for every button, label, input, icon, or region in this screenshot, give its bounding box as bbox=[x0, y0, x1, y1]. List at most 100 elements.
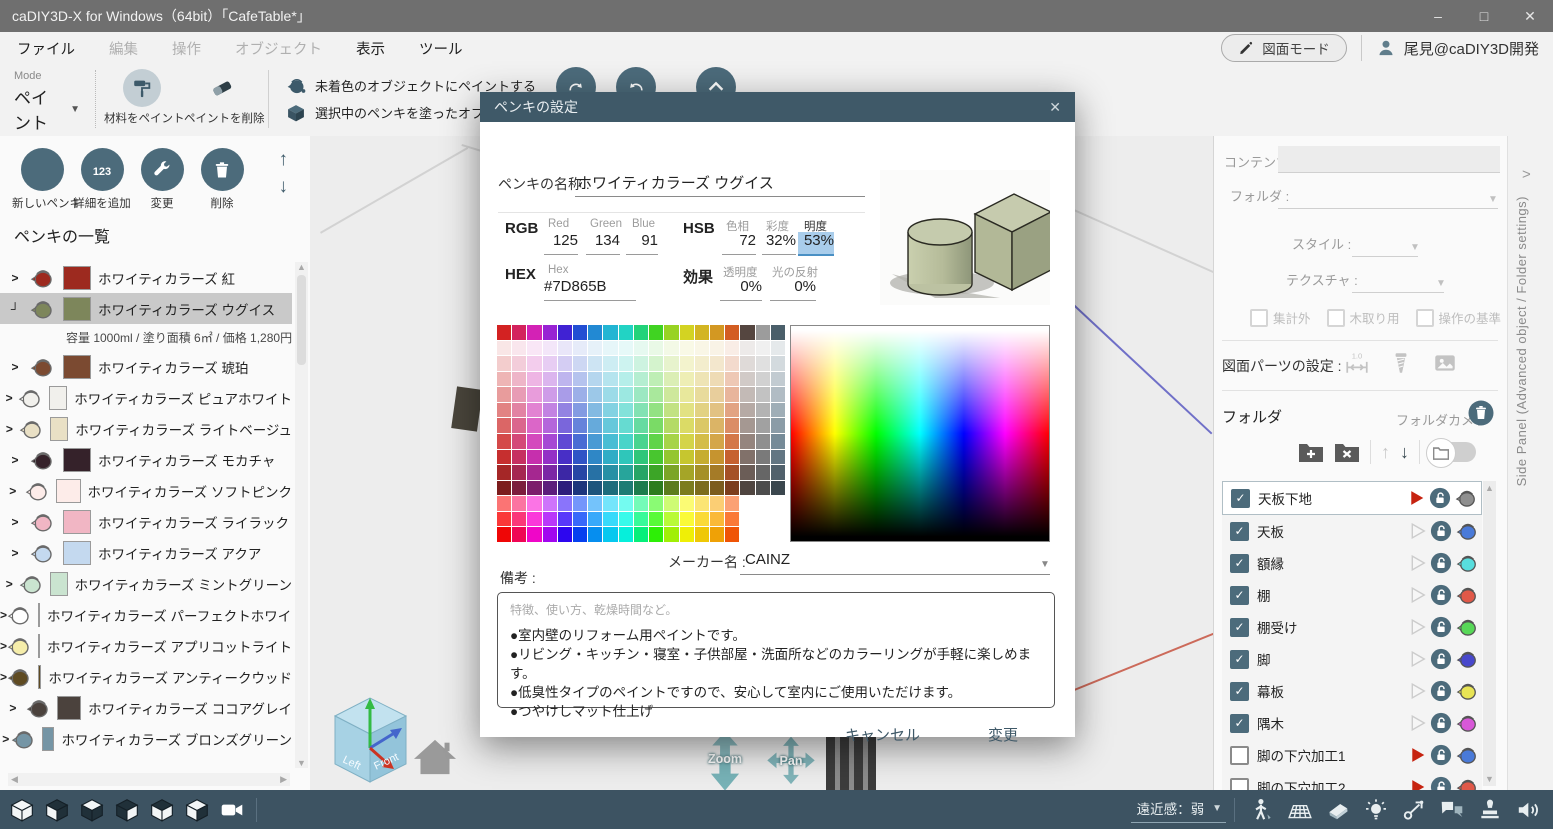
palette-cell[interactable] bbox=[680, 496, 694, 511]
palette-cell[interactable] bbox=[527, 496, 541, 511]
palette-cell[interactable] bbox=[527, 527, 541, 542]
flag-icon[interactable] bbox=[1410, 683, 1426, 699]
palette-cell[interactable] bbox=[710, 512, 724, 527]
palette-cell[interactable] bbox=[527, 450, 541, 465]
horizontal-scrollbar[interactable]: ◀▶ bbox=[8, 773, 290, 786]
lock-icon[interactable] bbox=[1429, 487, 1451, 509]
apply-button[interactable]: 変更 bbox=[978, 720, 1028, 749]
maximize-button[interactable]: □ bbox=[1461, 0, 1507, 32]
palette-cell[interactable] bbox=[710, 387, 724, 402]
palette-cell[interactable] bbox=[588, 481, 602, 496]
palette-cell[interactable] bbox=[771, 527, 785, 542]
paint-bucket-icon[interactable] bbox=[1456, 712, 1478, 734]
palette-cell[interactable] bbox=[497, 512, 511, 527]
palette-cell[interactable] bbox=[740, 372, 754, 387]
lock-icon[interactable] bbox=[1430, 680, 1452, 702]
palette-cell[interactable] bbox=[603, 434, 617, 449]
palette-cell[interactable] bbox=[634, 403, 648, 418]
expand-icon[interactable]: > bbox=[0, 515, 30, 529]
palette-cell[interactable] bbox=[725, 418, 739, 433]
expand-icon[interactable]: > bbox=[0, 484, 25, 498]
palette-cell[interactable] bbox=[680, 418, 694, 433]
palette-cell[interactable] bbox=[573, 527, 587, 542]
palette-cell[interactable] bbox=[649, 325, 663, 340]
paint-list-item[interactable]: > ホワイティカラーズ ピュアホワイト bbox=[0, 382, 292, 413]
lock-icon[interactable] bbox=[1430, 552, 1452, 574]
maker-select[interactable]: CAINZ bbox=[745, 551, 790, 568]
palette-cell[interactable] bbox=[603, 372, 617, 387]
palette-cell[interactable] bbox=[649, 527, 663, 542]
brightness-input[interactable]: 53% bbox=[798, 232, 834, 256]
palette-cell[interactable] bbox=[512, 481, 526, 496]
palette-cell[interactable] bbox=[740, 387, 754, 402]
paint-bucket-icon[interactable] bbox=[1456, 520, 1478, 542]
palette-cell[interactable] bbox=[512, 465, 526, 480]
palette-cell[interactable] bbox=[497, 403, 511, 418]
paint-list-item[interactable]: > ホワイティカラーズ ココアグレイ bbox=[0, 692, 292, 723]
palette-cell[interactable] bbox=[497, 387, 511, 402]
paint-list-item[interactable]: > ホワイティカラーズ アプリコットライト bbox=[0, 630, 292, 661]
lock-icon[interactable] bbox=[1430, 712, 1452, 734]
palette-cell[interactable] bbox=[558, 403, 572, 418]
palette-cell[interactable] bbox=[725, 496, 739, 511]
lock-icon[interactable] bbox=[1430, 616, 1452, 638]
palette-cell[interactable] bbox=[664, 325, 678, 340]
palette-cell[interactable] bbox=[512, 372, 526, 387]
palette-cell[interactable] bbox=[695, 481, 709, 496]
palette-cell[interactable] bbox=[664, 403, 678, 418]
palette-cell[interactable] bbox=[756, 325, 770, 340]
folder-visibility-toggle[interactable] bbox=[1430, 442, 1476, 462]
palette-cell[interactable] bbox=[588, 434, 602, 449]
palette-cell[interactable] bbox=[634, 372, 648, 387]
palette-cell[interactable] bbox=[680, 387, 694, 402]
palette-cell[interactable] bbox=[710, 434, 724, 449]
palette-cell[interactable] bbox=[756, 418, 770, 433]
palette-cell[interactable] bbox=[527, 356, 541, 371]
palette-cell[interactable] bbox=[649, 356, 663, 371]
palette-cell[interactable] bbox=[725, 481, 739, 496]
screw-icon[interactable] bbox=[1388, 350, 1414, 376]
palette-cell[interactable] bbox=[634, 481, 648, 496]
palette-cell[interactable] bbox=[619, 356, 633, 371]
palette-cell[interactable] bbox=[710, 341, 724, 356]
palette-cell[interactable] bbox=[725, 387, 739, 402]
blue-input[interactable]: 91 bbox=[626, 232, 658, 255]
menu-0[interactable]: ファイル bbox=[0, 38, 92, 59]
folder-checkbox[interactable]: ✓ bbox=[1230, 522, 1249, 541]
paint-bucket-icon[interactable] bbox=[1456, 584, 1478, 606]
palette-cell[interactable] bbox=[619, 372, 633, 387]
color-gradient-picker[interactable] bbox=[790, 325, 1050, 542]
image-icon[interactable] bbox=[1432, 350, 1458, 376]
palette-cell[interactable] bbox=[527, 481, 541, 496]
palette-cell[interactable] bbox=[756, 527, 770, 542]
mode-select[interactable]: Mode ペイント ▼ bbox=[14, 70, 80, 138]
saturation-input[interactable]: 32% bbox=[762, 232, 796, 255]
palette-cell[interactable] bbox=[649, 434, 663, 449]
palette-cell[interactable] bbox=[588, 450, 602, 465]
flag-icon[interactable] bbox=[1410, 555, 1426, 571]
paint-list-item[interactable]: > ホワイティカラーズ アクア bbox=[0, 537, 292, 568]
palette-cell[interactable] bbox=[603, 512, 617, 527]
palette-cell[interactable] bbox=[756, 434, 770, 449]
palette-cell[interactable] bbox=[573, 434, 587, 449]
folder-row[interactable]: 脚の下穴加工2 bbox=[1222, 771, 1482, 790]
paint-bucket-icon[interactable] bbox=[1456, 616, 1478, 638]
delete-folder-icon[interactable] bbox=[1334, 441, 1360, 463]
palette-cell[interactable] bbox=[634, 356, 648, 371]
palette-cell[interactable] bbox=[558, 372, 572, 387]
chevron-down-icon[interactable]: ▼ bbox=[1040, 559, 1050, 570]
palette-cell[interactable] bbox=[756, 341, 770, 356]
palette-cell[interactable] bbox=[695, 434, 709, 449]
expand-icon[interactable]: > bbox=[0, 422, 19, 436]
paint-bucket-icon[interactable] bbox=[1456, 776, 1478, 790]
palette-cell[interactable] bbox=[771, 325, 785, 340]
paint-list-item[interactable]: > ホワイティカラーズ パーフェクトホワイト bbox=[0, 599, 292, 630]
palette-cell[interactable] bbox=[756, 387, 770, 402]
palette-cell[interactable] bbox=[634, 434, 648, 449]
menu-3[interactable]: オブジェクト bbox=[218, 38, 339, 59]
palette-cell[interactable] bbox=[680, 465, 694, 480]
palette-cell[interactable] bbox=[512, 325, 526, 340]
palette-cell[interactable] bbox=[543, 418, 557, 433]
palette-cell[interactable] bbox=[588, 356, 602, 371]
palette-cell[interactable] bbox=[649, 387, 663, 402]
